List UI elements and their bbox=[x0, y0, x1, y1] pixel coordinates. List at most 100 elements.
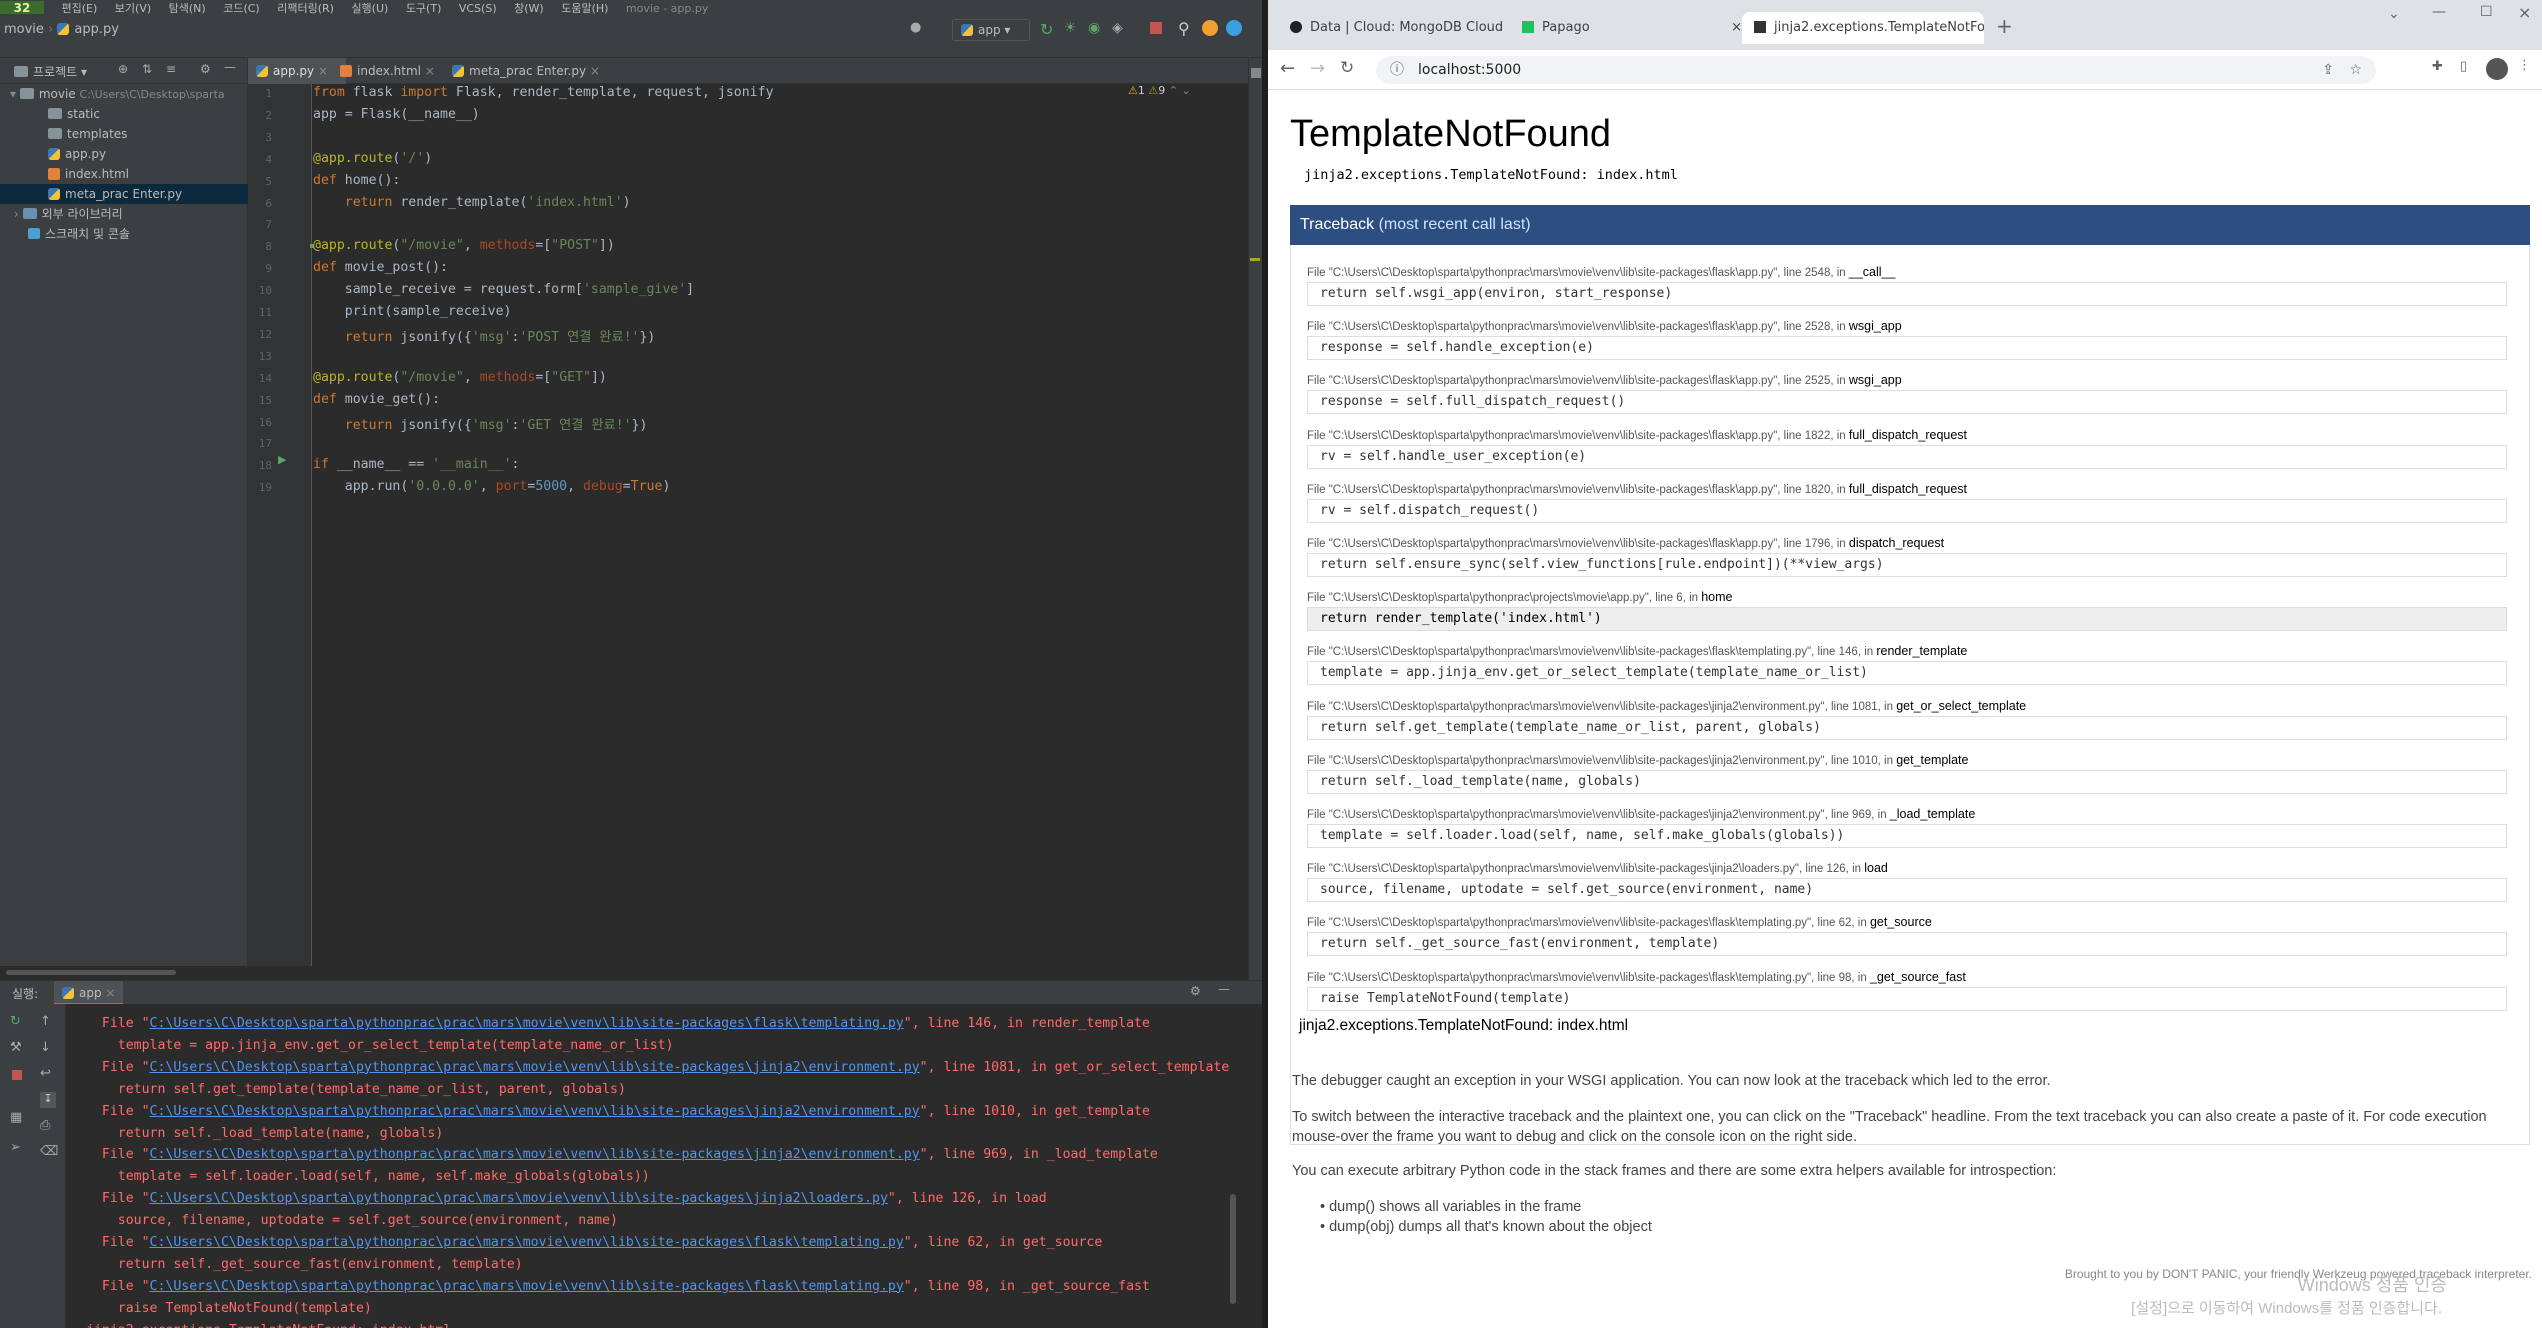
traceback-frame[interactable]: File "C:\Users\C\Desktop\sparta\pythonpr… bbox=[1307, 861, 2507, 903]
new-tab-button[interactable]: + bbox=[1996, 14, 2013, 38]
run-console[interactable]: File "C:\Users\C\Desktop\sparta\pythonpr… bbox=[66, 1004, 1262, 1328]
ide-navbar: movie › app.py ● app ▾ ↻ ☀ ◉ ◈ ⚲ bbox=[0, 14, 1262, 58]
url-field[interactable]: ⓘ localhost:5000 ⇪ ☆ bbox=[1376, 56, 2376, 84]
tree-item-label: 스크래치 및 콘솔 bbox=[45, 227, 130, 241]
exception-footer: jinja2.exceptions.TemplateNotFound: inde… bbox=[1299, 1017, 1629, 1034]
search-icon[interactable]: ⚲ bbox=[1178, 19, 1190, 38]
arrow-up-icon[interactable]: ↑ bbox=[40, 1014, 51, 1029]
run-config-select[interactable]: app ▾ bbox=[952, 19, 1030, 41]
trash-icon[interactable]: ⌫ bbox=[40, 1144, 58, 1159]
traceback-frame[interactable]: File "C:\Users\C\Desktop\sparta\pythonpr… bbox=[1307, 428, 2507, 469]
frame-location: File "C:\Users\C\Desktop\sparta\pythonpr… bbox=[1307, 699, 2507, 713]
avatar[interactable] bbox=[2486, 58, 2508, 80]
console-scrollbar[interactable] bbox=[1230, 1194, 1236, 1304]
extensions-icon[interactable]: ✚ bbox=[2432, 59, 2443, 74]
stop-icon[interactable] bbox=[12, 1070, 22, 1080]
traceback-header[interactable]: Traceback (most recent call last) bbox=[1290, 205, 2530, 245]
tab-search-icon[interactable]: ⌄ bbox=[2388, 6, 2400, 22]
soft-wrap-icon[interactable]: ↩ bbox=[40, 1066, 51, 1081]
layout-icon[interactable]: ▦ bbox=[10, 1110, 22, 1125]
user-icon[interactable]: ● bbox=[910, 20, 928, 38]
console-line: return self.get_template(template_name_o… bbox=[86, 1082, 626, 1097]
updates-icon[interactable] bbox=[1202, 20, 1218, 36]
site-info-icon[interactable]: ⓘ bbox=[1390, 56, 1404, 84]
more-menu-icon[interactable]: ⋮ bbox=[2518, 58, 2531, 73]
frame-file: File "C:\Users\C\Desktop\sparta\pythonpr… bbox=[1307, 592, 1702, 605]
traceback-frame[interactable]: File "C:\Users\C\Desktop\sparta\pythonpr… bbox=[1307, 319, 2507, 361]
frame-function: get_or_select_template bbox=[1896, 698, 2027, 713]
pin-icon[interactable]: ➢ bbox=[10, 1140, 21, 1155]
print-icon[interactable]: ⎙ bbox=[40, 1118, 50, 1133]
tree-scrollbar[interactable] bbox=[6, 970, 176, 975]
traceback-frame[interactable]: File "C:\Users\C\Desktop\sparta\pythonpr… bbox=[1307, 373, 2507, 415]
breadcrumb-file[interactable]: app.py bbox=[74, 22, 119, 37]
minimize-panel-icon[interactable]: — bbox=[224, 60, 236, 74]
tree-item-external-libraries[interactable]: › 외부 라이브러리 bbox=[0, 204, 262, 224]
traceback-frame[interactable]: File "C:\Users\C\Desktop\sparta\pythonpr… bbox=[1307, 590, 2507, 632]
coverage-icon[interactable]: ◉ bbox=[1088, 20, 1100, 36]
console-file-link[interactable]: C:\Users\C\Desktop\sparta\pythonprac\pra… bbox=[150, 1147, 920, 1162]
run-tab-app[interactable]: app × bbox=[54, 981, 124, 1005]
tree-item-scratches[interactable]: 스크래치 및 콘솔 bbox=[0, 224, 276, 244]
ide-logo-icon[interactable] bbox=[1226, 20, 1242, 36]
collapse-all-icon[interactable]: ≡ bbox=[166, 62, 176, 76]
window-maximize-icon[interactable]: ☐ bbox=[2480, 4, 2493, 20]
console-file-link[interactable]: C:\Users\C\Desktop\sparta\pythonprac\pra… bbox=[150, 1060, 920, 1075]
arrow-down-icon[interactable]: ↓ bbox=[40, 1040, 51, 1055]
window-minimize-icon[interactable]: — bbox=[2432, 4, 2446, 20]
expand-all-icon[interactable]: ⇅ bbox=[142, 62, 152, 76]
rerun-icon[interactable]: ↻ bbox=[1040, 20, 1053, 39]
console-file-link[interactable]: C:\Users\C\Desktop\sparta\pythonprac\pra… bbox=[150, 1235, 904, 1250]
frame-location: File "C:\Users\C\Desktop\sparta\pythonpr… bbox=[1307, 319, 2507, 333]
traceback-frame[interactable]: File "C:\Users\C\Desktop\sparta\pythonpr… bbox=[1307, 265, 2507, 306]
breadcrumb-project[interactable]: movie bbox=[4, 22, 44, 37]
traceback-frame[interactable]: File "C:\Users\C\Desktop\sparta\pythonpr… bbox=[1307, 699, 2507, 740]
bookmark-star-icon[interactable]: ☆ bbox=[2349, 56, 2362, 84]
browser-tab-jinja-error[interactable]: jinja2.exceptions.TemplateNotFo × bbox=[1742, 12, 1984, 44]
traceback-frame[interactable]: File "C:\Users\C\Desktop\sparta\pythonpr… bbox=[1307, 970, 2507, 1011]
tab-meta-prac[interactable]: meta_prac Enter.py × bbox=[444, 58, 630, 84]
tree-item-movie[interactable]: ▾ movie C:\Users\C\Desktop\sparta bbox=[0, 84, 258, 104]
side-panel-icon[interactable]: ▯ bbox=[2460, 59, 2467, 74]
browser-tab-mongodb[interactable]: Data | Cloud: MongoDB Cloud × bbox=[1278, 12, 1520, 44]
console-file-link[interactable]: C:\Users\C\Desktop\sparta\pythonprac\pra… bbox=[150, 1016, 904, 1031]
exception-message: jinja2.exceptions.TemplateNotFound: inde… bbox=[1304, 167, 1678, 183]
gear-icon[interactable]: ⚙ bbox=[200, 62, 211, 76]
project-view-select[interactable]: 프로젝트 ▾ bbox=[14, 63, 87, 80]
share-icon[interactable]: ⇪ bbox=[2322, 56, 2334, 84]
traceback-frame[interactable]: File "C:\Users\C\Desktop\sparta\pythonpr… bbox=[1307, 536, 2507, 577]
browser-tab-papago[interactable]: Papago × bbox=[1510, 12, 1752, 44]
locate-icon[interactable]: ⊕ bbox=[118, 62, 128, 76]
traceback-frame[interactable]: File "C:\Users\C\Desktop\sparta\pythonpr… bbox=[1307, 807, 2507, 848]
forward-icon[interactable]: → bbox=[1310, 58, 1325, 79]
traceback-frame[interactable]: File "C:\Users\C\Desktop\sparta\pythonpr… bbox=[1307, 915, 2507, 957]
traceback-frame[interactable]: File "C:\Users\C\Desktop\sparta\pythonpr… bbox=[1307, 482, 2507, 523]
back-icon[interactable]: ← bbox=[1280, 58, 1295, 79]
close-icon[interactable]: × bbox=[105, 986, 115, 1000]
scroll-end-icon[interactable]: ↧ bbox=[40, 1092, 56, 1108]
console-file-link[interactable]: C:\Users\C\Desktop\sparta\pythonprac\pra… bbox=[150, 1104, 920, 1119]
gear-icon[interactable]: ⚙ bbox=[1190, 984, 1201, 998]
close-icon[interactable]: × bbox=[590, 64, 600, 78]
window-close-icon[interactable]: × bbox=[2518, 3, 2531, 22]
frame-code: return render_template('index.html') bbox=[1307, 607, 2507, 632]
close-icon[interactable]: × bbox=[1731, 12, 1742, 44]
profile-icon[interactable]: ◈ bbox=[1112, 20, 1123, 36]
reload-icon[interactable]: ↻ bbox=[1340, 58, 1354, 78]
close-icon[interactable]: × bbox=[318, 64, 328, 78]
database-icon[interactable] bbox=[1251, 68, 1261, 78]
code-editor[interactable]: 1 2 3 4 5 6 7 8 9 10 11 12 13 14 15 16 17 18 19 ⚠1 ⚠9 ⌃ ⌄ … bbox=[248, 84, 1248, 966]
stop-icon[interactable] bbox=[1150, 22, 1162, 34]
close-icon[interactable]: × bbox=[425, 64, 435, 78]
debug-icon[interactable]: ☀ bbox=[1064, 20, 1077, 36]
console-file-link[interactable]: C:\Users\C\Desktop\sparta\pythonprac\pra… bbox=[150, 1191, 888, 1206]
python-file-icon bbox=[961, 24, 973, 36]
tab-index-html[interactable]: index.html × bbox=[332, 58, 456, 84]
wrench-icon[interactable]: ⚒ bbox=[10, 1040, 22, 1055]
traceback-frame[interactable]: File "C:\Users\C\Desktop\sparta\pythonpr… bbox=[1307, 644, 2507, 686]
console-file-link[interactable]: C:\Users\C\Desktop\sparta\pythonprac\pra… bbox=[150, 1279, 904, 1294]
traceback-frame[interactable]: File "C:\Users\C\Desktop\sparta\pythonpr… bbox=[1307, 753, 2507, 794]
minimize-panel-icon[interactable]: — bbox=[1218, 982, 1230, 996]
frame-function: wsgi_app bbox=[1848, 319, 1902, 334]
rerun-icon[interactable]: ↻ bbox=[10, 1014, 21, 1029]
